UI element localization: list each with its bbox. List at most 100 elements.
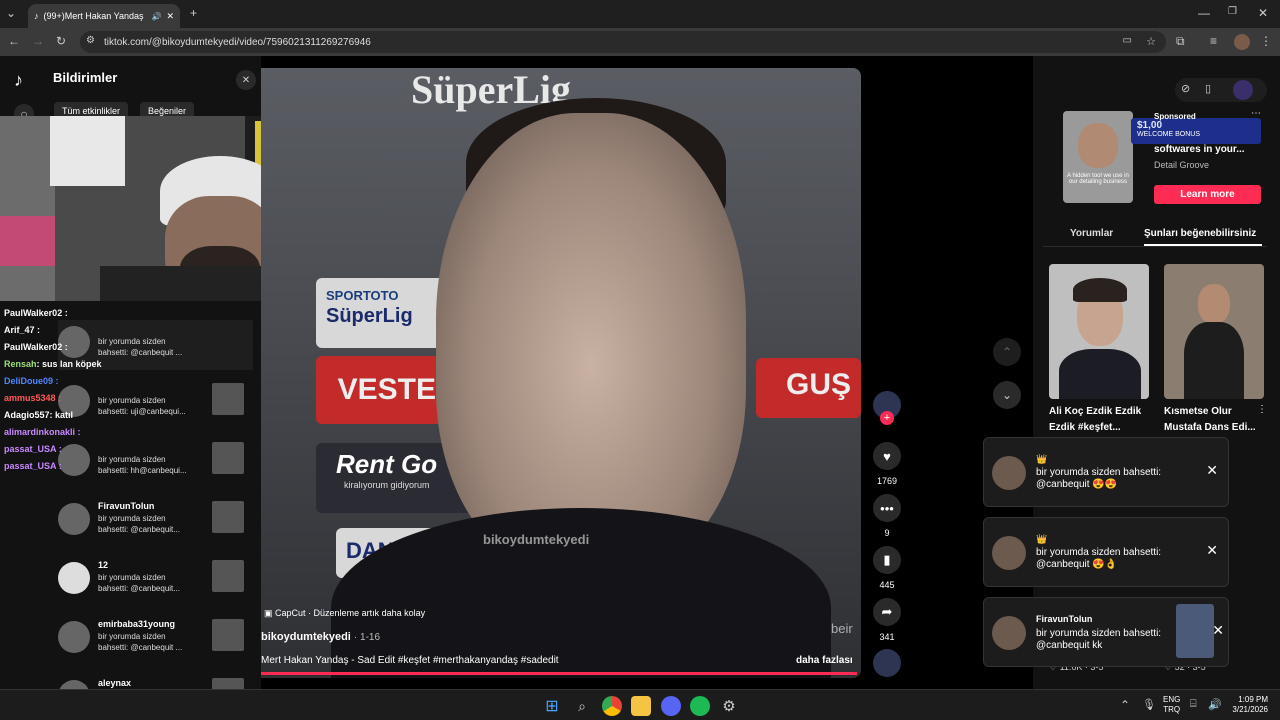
site-info-icon[interactable]: ⚙ bbox=[86, 35, 95, 46]
toast-close-icon[interactable]: ✕ bbox=[1212, 622, 1224, 639]
notification-item[interactable]: 12 bir yorumda sizden bahsetti: @canbequi… bbox=[58, 556, 253, 606]
mic-icon[interactable]: 🎙 bbox=[1142, 698, 1156, 711]
avatar[interactable] bbox=[992, 536, 1026, 570]
suggestion-title[interactable]: Ali Koç Ezdik Ezdik Ezdik #keşfet... bbox=[1049, 404, 1159, 436]
avatar[interactable] bbox=[992, 456, 1026, 490]
notifications-title: Bildirimler bbox=[53, 70, 118, 85]
chat-line: Arif_47 : bbox=[4, 325, 41, 335]
ad-more-icon[interactable]: ⋯ bbox=[1251, 108, 1261, 119]
search-icon[interactable]: ⌕ bbox=[572, 696, 592, 716]
notification-item[interactable]: FiravunTolun bir yorumda sizden bahsetti:… bbox=[58, 497, 253, 547]
profile-avatar[interactable] bbox=[1234, 34, 1250, 50]
avatar[interactable] bbox=[58, 503, 90, 535]
suggestion-more-icon[interactable]: ⋮ bbox=[1257, 404, 1267, 415]
forward-icon[interactable]: → bbox=[32, 34, 44, 48]
video-thumbnail[interactable] bbox=[212, 678, 244, 689]
avatar[interactable] bbox=[58, 680, 90, 689]
previous-video-icon[interactable]: ⌃ bbox=[993, 338, 1021, 366]
sponsored-label: Sponsored bbox=[1154, 112, 1196, 121]
notification-item[interactable]: bir yorumda sizden bahsetti: hh@canbequi.… bbox=[58, 438, 253, 488]
next-video-icon[interactable]: ⌄ bbox=[993, 381, 1021, 409]
tab-comments[interactable]: Yorumlar bbox=[1070, 228, 1113, 239]
save-button[interactable]: ▮ 445 bbox=[873, 546, 901, 590]
video-thumbnail[interactable] bbox=[212, 501, 244, 533]
avatar[interactable] bbox=[992, 616, 1026, 650]
close-panel-icon[interactable]: ✕ bbox=[236, 70, 256, 90]
restore-icon[interactable]: ❐ bbox=[1228, 6, 1237, 17]
windows-start-icon[interactable]: ⊞ bbox=[542, 696, 562, 716]
tab-list-icon[interactable]: ⌄ bbox=[6, 6, 16, 20]
mention-toast[interactable]: 👑 bir yorumda sizden bahsetti: @canbequi… bbox=[983, 437, 1229, 507]
video-thumbnail[interactable] bbox=[212, 383, 244, 415]
tab-you-may-like[interactable]: Şunları beğenebilirsiniz bbox=[1144, 228, 1256, 239]
toast-close-icon[interactable]: ✕ bbox=[1206, 542, 1218, 559]
top-controls: ⊘ ▯ bbox=[1175, 78, 1267, 102]
mention-toast[interactable]: 👑 bir yorumda sizden bahsetti: @canbequi… bbox=[983, 517, 1229, 587]
more-link[interactable]: daha fazlası bbox=[796, 655, 853, 666]
ad-title: softwares in your... bbox=[1154, 144, 1245, 155]
toast-close-icon[interactable]: ✕ bbox=[1206, 462, 1218, 479]
back-icon[interactable]: ← bbox=[8, 34, 20, 48]
gus-board: GUŞ bbox=[756, 358, 861, 418]
suggestion-title[interactable]: Kısmetse Olur Mustafa Dans Edi... bbox=[1164, 404, 1264, 436]
volume-icon[interactable]: 🔊 bbox=[1208, 698, 1222, 711]
board-beir: beir bbox=[831, 621, 853, 636]
discord-icon[interactable] bbox=[661, 696, 681, 716]
crown-icon: 👑 bbox=[1036, 454, 1048, 464]
device-icon[interactable]: ▯ bbox=[1205, 82, 1211, 95]
video-progress-bar[interactable] bbox=[261, 672, 857, 675]
like-button[interactable]: ♥ 1769 bbox=[873, 442, 901, 486]
share-button[interactable]: ➦ 341 bbox=[873, 598, 901, 642]
window-close-icon[interactable]: ✕ bbox=[1258, 6, 1268, 20]
profile-avatar[interactable] bbox=[1233, 80, 1253, 100]
chat-line: alimardinkonakli : bbox=[4, 427, 81, 437]
video-player[interactable]: SüperLig SPORTOTO SüperLig VESTEL Rent G… bbox=[261, 68, 861, 678]
notification-item[interactable]: aleynax bbox=[58, 674, 253, 689]
avatar[interactable] bbox=[58, 562, 90, 594]
chat-line: Adagio557: katıl bbox=[4, 410, 74, 420]
mention-toast[interactable]: FiravunTolun bir yorumda sizden bahsetti… bbox=[983, 597, 1229, 667]
url-field[interactable]: ⚙ tiktok.com/@bikoydumtekyedi/video/7596… bbox=[80, 31, 1166, 53]
reading-list-icon[interactable]: ≡ bbox=[1210, 34, 1217, 48]
audio-icon[interactable]: 🔊 bbox=[151, 12, 161, 21]
avatar[interactable] bbox=[58, 444, 90, 476]
notification-item[interactable]: emirbaba31young bir yorumda sizden bahset… bbox=[58, 615, 253, 665]
network-icon[interactable]: ⌸ bbox=[1190, 698, 1197, 711]
author-avatar[interactable]: + bbox=[873, 391, 901, 425]
video-thumbnail[interactable] bbox=[1176, 604, 1214, 658]
install-app-icon[interactable]: ▭ bbox=[1123, 35, 1132, 46]
bookmark-star-icon[interactable]: ☆ bbox=[1146, 35, 1156, 48]
menu-icon[interactable]: ⋮ bbox=[1260, 34, 1272, 48]
avatar[interactable] bbox=[58, 621, 90, 653]
video-thumbnail[interactable] bbox=[212, 619, 244, 651]
tiktok-logo-icon[interactable]: ♪ bbox=[14, 70, 23, 91]
tray-overflow-icon[interactable]: ⌃ bbox=[1120, 698, 1130, 712]
spotify-icon[interactable] bbox=[690, 696, 710, 716]
notification-item[interactable]: bir yorumda sizden bahsetti: uji@canbequi… bbox=[58, 379, 253, 429]
new-tab-icon[interactable]: + bbox=[190, 6, 197, 20]
suggestion-thumbnail[interactable] bbox=[1049, 264, 1149, 399]
video-thumbnail[interactable] bbox=[212, 560, 244, 592]
reload-icon[interactable]: ↻ bbox=[56, 34, 66, 48]
learn-more-button[interactable]: Learn more bbox=[1154, 185, 1261, 204]
follow-plus-icon[interactable]: + bbox=[880, 411, 894, 425]
video-thumbnail[interactable] bbox=[212, 442, 244, 474]
tab-close-icon[interactable]: ✕ bbox=[166, 11, 174, 22]
chrome-icon[interactable] bbox=[602, 696, 622, 716]
explore-icon[interactable]: ⊘ bbox=[1181, 82, 1190, 95]
file-explorer-icon[interactable] bbox=[631, 696, 651, 716]
extensions-icon[interactable]: ⧉ bbox=[1176, 34, 1185, 49]
language-indicator[interactable]: ENG TRQ bbox=[1163, 695, 1180, 715]
music-disc[interactable] bbox=[873, 649, 901, 677]
clock[interactable]: 1:09 PM 3/21/2026 bbox=[1228, 695, 1268, 715]
minimize-icon[interactable]: — bbox=[1198, 6, 1210, 20]
watermark: bikoydumtekyedi bbox=[483, 532, 590, 547]
ad-banner[interactable]: $1,00 WELCOME BONUS bbox=[1131, 118, 1261, 144]
suggestion-thumbnail[interactable] bbox=[1164, 264, 1264, 399]
ad-thumbnail[interactable]: A hidden tool we use in our detailing bu… bbox=[1063, 111, 1133, 203]
video-author[interactable]: bikoydumtekyedi · 1-16 bbox=[261, 631, 380, 643]
steam-icon[interactable]: ⚙ bbox=[719, 696, 739, 716]
capcut-label[interactable]: ▣ CapCut · Düzenleme artık daha kolay bbox=[264, 608, 425, 619]
comment-button[interactable]: ••• 9 bbox=[873, 494, 901, 538]
browser-tab[interactable]: ♪ (99+)Mert Hakan Yandaş - I 🔊 ✕ bbox=[28, 4, 180, 28]
